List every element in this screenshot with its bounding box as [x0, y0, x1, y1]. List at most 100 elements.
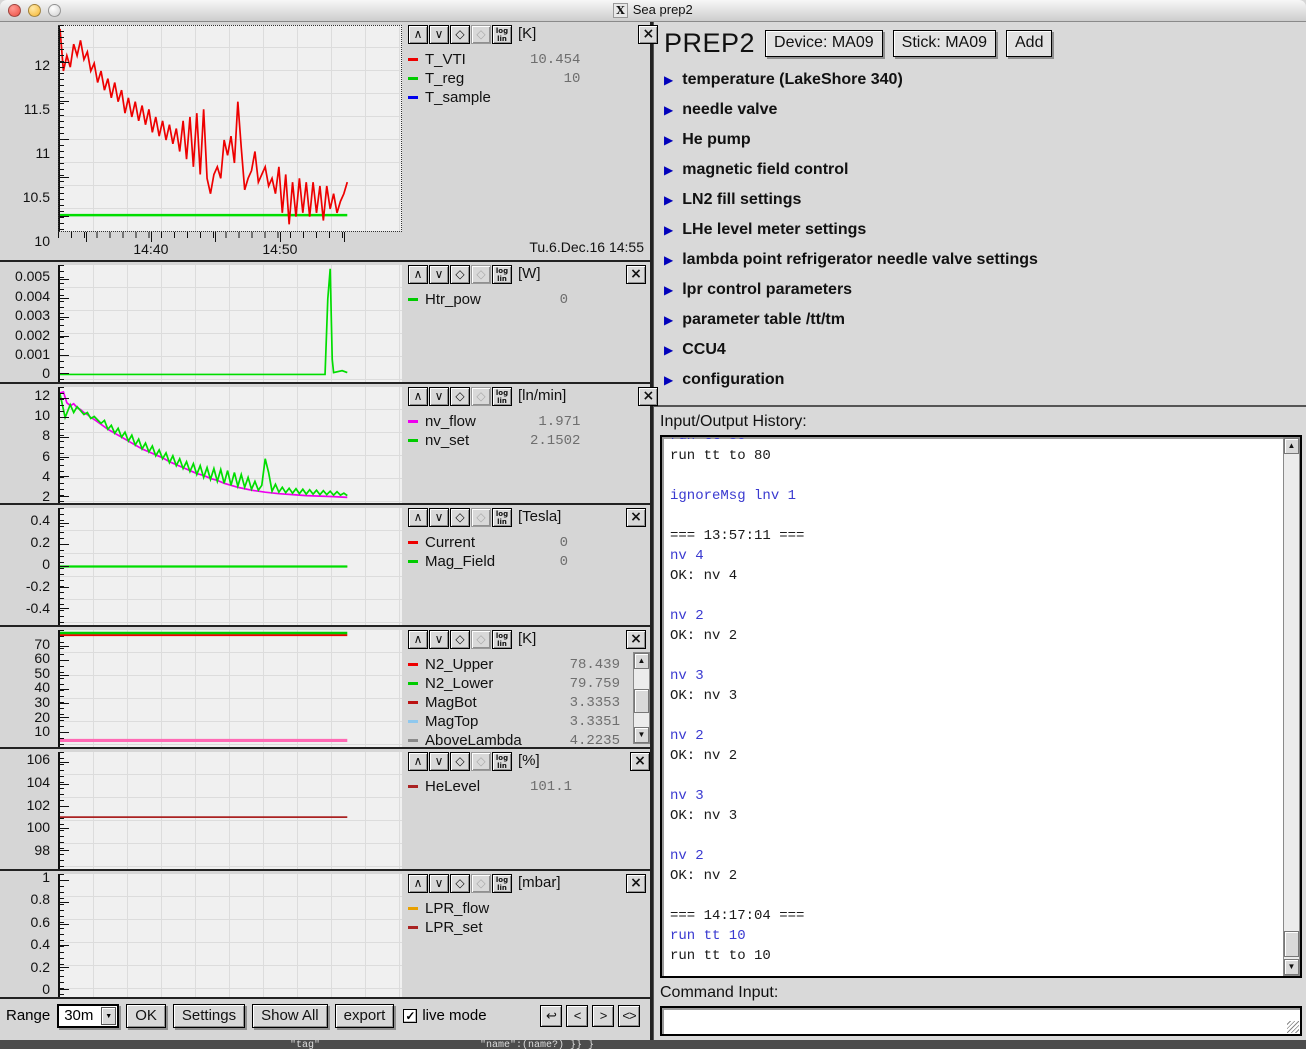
log-lin-toggle[interactable]: loglin [492, 874, 512, 893]
legend-row[interactable]: Mag_Field 0 [408, 552, 646, 571]
scale-down-button[interactable]: ∨ [429, 752, 449, 771]
legend-row[interactable]: MagTop 3.3351 [408, 712, 646, 731]
legend-row[interactable]: T_sample [408, 88, 658, 107]
settings-button[interactable]: Settings [173, 1004, 245, 1028]
zoom-mode-button[interactable]: ◇ [471, 508, 491, 527]
auto-scale-button[interactable]: ◇ [450, 508, 470, 527]
tree-item-lpr-control-parameters[interactable]: ▶ lpr control parameters [664, 275, 1306, 305]
log-lin-toggle[interactable]: loglin [492, 387, 512, 406]
expand-triangle-icon[interactable]: ▶ [664, 224, 673, 236]
close-chart-button[interactable]: × [630, 752, 650, 771]
legend-row[interactable]: LPR_set [408, 918, 646, 937]
tree-item-temperature-lakeshore-340[interactable]: ▶ temperature (LakeShore 340) [664, 65, 1306, 95]
page-forward-button[interactable]: > [592, 1005, 614, 1027]
legend-row[interactable]: nv_set 2.1502 [408, 431, 658, 450]
close-chart-button[interactable]: × [626, 265, 646, 284]
live-mode-toggle[interactable]: ✓ live mode [403, 1007, 486, 1024]
scroll-up-icon[interactable]: ▲ [1284, 438, 1299, 454]
legend-row[interactable]: Current 0 [408, 533, 646, 552]
expand-triangle-icon[interactable]: ▶ [664, 104, 673, 116]
expand-triangle-icon[interactable]: ▶ [664, 284, 673, 296]
chart-plot[interactable] [58, 25, 402, 232]
close-chart-button[interactable]: × [638, 387, 658, 406]
scale-up-button[interactable]: ∧ [408, 752, 428, 771]
close-chart-button[interactable]: × [626, 630, 646, 649]
chart-plot[interactable] [58, 265, 402, 382]
stick-button[interactable]: Stick: MA09 [893, 30, 996, 57]
tree-item-lambda-point-refrigerator-needle-valve-settings[interactable]: ▶ lambda point refrigerator needle valve… [664, 245, 1306, 275]
close-chart-button[interactable]: × [638, 25, 658, 44]
scroll-down-icon[interactable]: ▼ [634, 727, 649, 743]
zoom-mode-button[interactable]: ◇ [471, 874, 491, 893]
scale-down-button[interactable]: ∨ [429, 387, 449, 406]
scroll-down-icon[interactable]: ▼ [1284, 959, 1299, 975]
export-button[interactable]: export [335, 1004, 395, 1028]
auto-scale-button[interactable]: ◇ [450, 752, 470, 771]
history-console[interactable]: run tt 80run tt to 80ignoreMsg lnv 1=== … [660, 435, 1302, 978]
scale-up-button[interactable]: ∧ [408, 25, 428, 44]
expand-triangle-icon[interactable]: ▶ [664, 134, 673, 146]
resize-grip-icon[interactable] [1287, 1021, 1299, 1033]
device-button[interactable]: Device: MA09 [765, 30, 883, 57]
add-button[interactable]: Add [1006, 30, 1052, 57]
chart-plot[interactable] [58, 874, 402, 997]
scrollbar-thumb[interactable] [634, 689, 649, 713]
chart-plot[interactable] [58, 752, 402, 869]
scale-up-button[interactable]: ∧ [408, 508, 428, 527]
live-mode-checkbox[interactable]: ✓ [403, 1009, 417, 1023]
legend-row[interactable]: N2_Upper 78.439 [408, 655, 646, 674]
tree-item-lhe-level-meter-settings[interactable]: ▶ LHe level meter settings [664, 215, 1306, 245]
ok-button[interactable]: OK [126, 1004, 166, 1028]
expand-triangle-icon[interactable]: ▶ [664, 374, 673, 386]
legend-scrollbar[interactable]: ▲ ▼ [633, 652, 650, 744]
legend-row[interactable]: N2_Lower 79.759 [408, 674, 646, 693]
chart-plot[interactable] [58, 508, 402, 625]
zoom-mode-button[interactable]: ◇ [471, 752, 491, 771]
scale-down-button[interactable]: ∨ [429, 630, 449, 649]
log-lin-toggle[interactable]: loglin [492, 508, 512, 527]
auto-scale-button[interactable]: ◇ [450, 25, 470, 44]
jump-latest-button[interactable]: ↩ [540, 1005, 562, 1027]
tree-item-parameter-table-tt-tm[interactable]: ▶ parameter table /tt/tm [664, 305, 1306, 335]
scroll-up-icon[interactable]: ▲ [634, 653, 649, 669]
zoom-mode-button[interactable]: ◇ [471, 25, 491, 44]
expand-triangle-icon[interactable]: ▶ [664, 344, 673, 356]
auto-scale-button[interactable]: ◇ [450, 265, 470, 284]
command-input[interactable] [660, 1006, 1302, 1036]
expand-triangle-icon[interactable]: ▶ [664, 74, 673, 86]
auto-scale-button[interactable]: ◇ [450, 630, 470, 649]
legend-row[interactable]: T_VTI 10.454 [408, 50, 658, 69]
scale-down-button[interactable]: ∨ [429, 25, 449, 44]
zoom-mode-button[interactable]: ◇ [471, 387, 491, 406]
page-back-button[interactable]: < [566, 1005, 588, 1027]
tree-item-needle-valve[interactable]: ▶ needle valve [664, 95, 1306, 125]
scale-up-button[interactable]: ∧ [408, 874, 428, 893]
log-lin-toggle[interactable]: loglin [492, 25, 512, 44]
expand-triangle-icon[interactable]: ▶ [664, 164, 673, 176]
close-chart-button[interactable]: × [626, 508, 646, 527]
chart-plot[interactable] [58, 630, 402, 747]
legend-row[interactable]: LPR_flow [408, 899, 646, 918]
chart-plot[interactable] [58, 387, 402, 503]
legend-row[interactable]: T_reg 10 [408, 69, 658, 88]
range-select[interactable]: 30m ▼ [57, 1004, 119, 1028]
scale-up-button[interactable]: ∧ [408, 265, 428, 284]
scale-up-button[interactable]: ∧ [408, 387, 428, 406]
scrollbar-track[interactable] [1284, 454, 1299, 959]
scale-down-button[interactable]: ∨ [429, 508, 449, 527]
titlebar[interactable]: XSea prep2 [0, 0, 1306, 22]
auto-scale-button[interactable]: ◇ [450, 874, 470, 893]
tree-item-configuration[interactable]: ▶ configuration [664, 365, 1306, 395]
legend-row[interactable]: HeLevel 101.1 [408, 777, 650, 796]
tree-item-ccu4[interactable]: ▶ CCU4 [664, 335, 1306, 365]
scrollbar-track[interactable] [634, 669, 649, 727]
history-scrollbar[interactable]: ▲ ▼ [1283, 437, 1300, 976]
scale-down-button[interactable]: ∨ [429, 874, 449, 893]
log-lin-toggle[interactable]: loglin [492, 630, 512, 649]
expand-range-button[interactable]: <> [618, 1005, 640, 1027]
tree-item-he-pump[interactable]: ▶ He pump [664, 125, 1306, 155]
scrollbar-thumb[interactable] [1284, 931, 1299, 957]
expand-triangle-icon[interactable]: ▶ [664, 314, 673, 326]
zoom-mode-button[interactable]: ◇ [471, 630, 491, 649]
log-lin-toggle[interactable]: loglin [492, 752, 512, 771]
